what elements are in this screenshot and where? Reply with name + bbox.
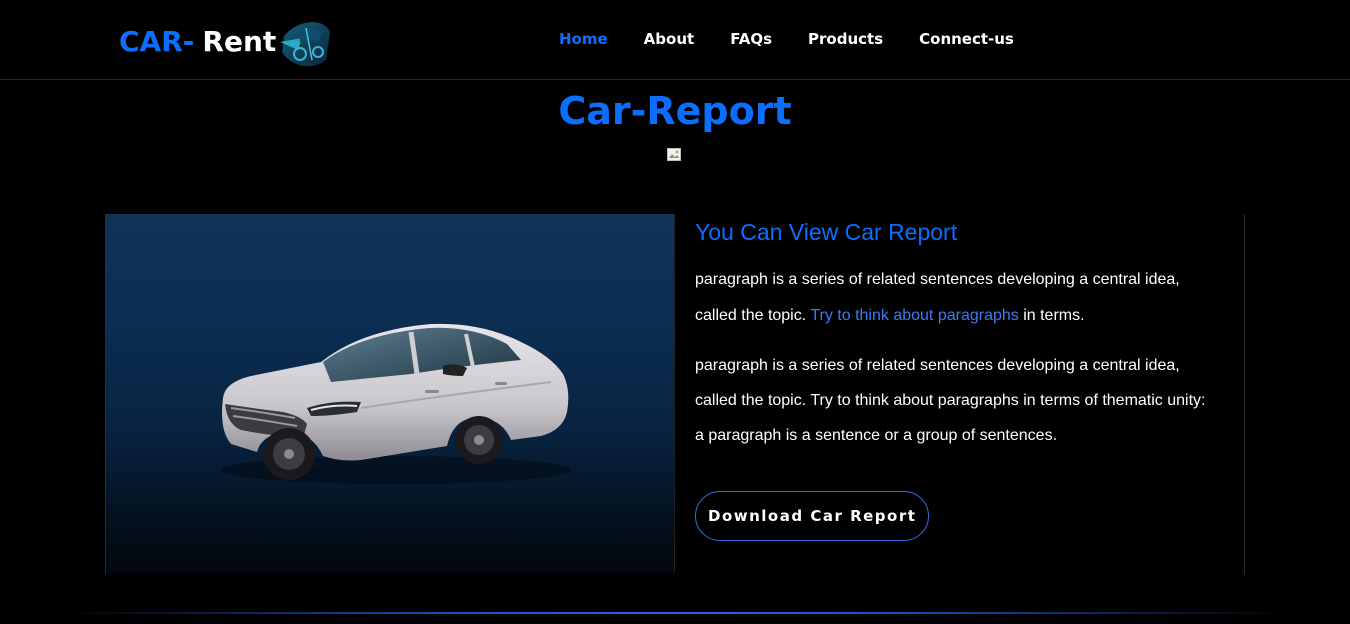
brand-logo-link[interactable]: CAR- Rent [119, 14, 334, 70]
brand-name-part1: CAR- [119, 25, 195, 58]
nav-item-home[interactable]: Home [559, 28, 608, 50]
download-car-report-button[interactable]: Download Car Report [695, 491, 930, 541]
car-image-panel [106, 214, 675, 573]
nav-item-faqs[interactable]: FAQs [730, 28, 772, 50]
report-paragraph-2: paragraph is a series of related sentenc… [695, 357, 1206, 444]
sedan-car-image [221, 323, 571, 484]
car-logo-icon [280, 22, 331, 67]
nav-item-products[interactable]: Products [808, 28, 883, 50]
bottom-divider [60, 612, 1290, 614]
navbar: CAR- Rent Home About FAQs Products Conne… [0, 0, 1350, 80]
car-report-section: You Can View Car Report paragraph is a s… [105, 214, 1245, 574]
report-info: You Can View Car Report paragraph is a s… [695, 214, 1215, 541]
report-heading: You Can View Car Report [695, 219, 958, 245]
nav-item-about[interactable]: About [644, 28, 695, 50]
report-paragraph-1: paragraph is a series of related sentenc… [695, 262, 1215, 334]
main-nav: Home About FAQs Products Connect-us [559, 28, 1050, 50]
broken-image-icon [667, 148, 681, 161]
nav-item-connect-us[interactable]: Connect-us [919, 28, 1014, 50]
brand-name-part2: Rent [202, 25, 277, 58]
paragraphs-link[interactable]: Try to think about paragraphs [810, 307, 1018, 324]
paragraph-1-text-end: in terms. [1018, 307, 1085, 324]
page-title: Car-Report [558, 89, 792, 133]
